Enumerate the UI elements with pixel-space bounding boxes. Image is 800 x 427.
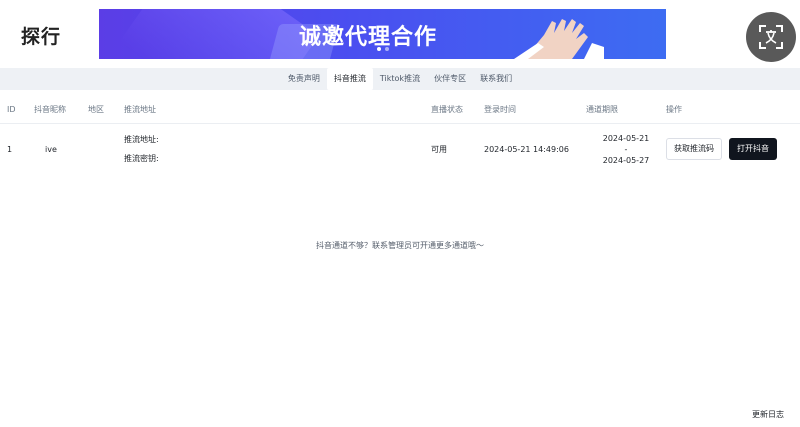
cell-address: 推流地址: 推流密钥: (124, 123, 431, 175)
cell-name: ive (45, 144, 57, 154)
carousel-dot[interactable] (384, 47, 389, 51)
cell-id: 1 (7, 144, 13, 154)
table-header-row: ID 抖音昵称 地区 推流地址 直播状态 登录时间 通道期限 操作 (0, 97, 800, 124)
translate-icon (759, 25, 783, 49)
nav-tab-partners[interactable]: 伙伴专区 (427, 68, 473, 90)
col-header-address: 推流地址 (124, 97, 431, 124)
nav-tab-disclaimer[interactable]: 免责声明 (281, 68, 327, 90)
translate-button[interactable] (746, 12, 796, 62)
table-row: 1 ive 推流地址: 推流密钥: 可用 2024-05-21 14:49:06… (0, 123, 800, 175)
open-douyin-button[interactable]: 打开抖音 (729, 138, 777, 161)
col-header-login-time: 登录时间 (484, 97, 586, 124)
carousel-dot-active[interactable] (376, 47, 381, 51)
cell-period: 2024-05-21 - 2024-05-27 (586, 123, 666, 175)
period-separator: - (624, 144, 628, 154)
carousel-dots (99, 36, 666, 55)
get-stream-code-button[interactable]: 获取推流码 (666, 138, 722, 161)
cell-actions: 获取推流码 打开抖音 (666, 123, 800, 175)
stream-address-label: 推流地址: (124, 135, 159, 145)
col-header-region: 地区 (88, 97, 124, 124)
channel-notice: 抖音通道不够？联系管理员可开通更多通道哦～ (316, 241, 484, 250)
nav-tab-douyin-stream[interactable]: 抖音推流 (326, 68, 373, 90)
main-nav: 免责声明 抖音推流 Tiktok推流 伙伴专区 联系我们 (0, 68, 800, 90)
col-header-name: 抖音昵称 (34, 97, 88, 124)
cell-login-time: 2024-05-21 14:49:06 (484, 144, 569, 154)
stream-table: ID 抖音昵称 地区 推流地址 直播状态 登录时间 通道期限 操作 1 ive … (0, 97, 800, 175)
nav-tab-contact[interactable]: 联系我们 (473, 68, 519, 90)
col-header-actions: 操作 (666, 97, 800, 124)
stream-key-label: 推流密钥: (124, 154, 159, 164)
period-end: 2024-05-27 (602, 155, 650, 165)
period-start: 2024-05-21 (602, 133, 650, 143)
col-header-status: 直播状态 (431, 97, 484, 124)
cell-status: 可用 (431, 144, 447, 154)
nav-tab-tiktok-stream[interactable]: Tiktok推流 (373, 68, 427, 90)
promo-banner[interactable]: 诚邀代理合作 (99, 9, 666, 59)
changelog-link[interactable]: 更新日志 (752, 409, 784, 420)
col-header-period: 通道期限 (586, 97, 666, 124)
cell-region (88, 123, 124, 175)
app-logo[interactable]: 探行 (21, 22, 61, 49)
col-header-id: ID (0, 97, 34, 124)
